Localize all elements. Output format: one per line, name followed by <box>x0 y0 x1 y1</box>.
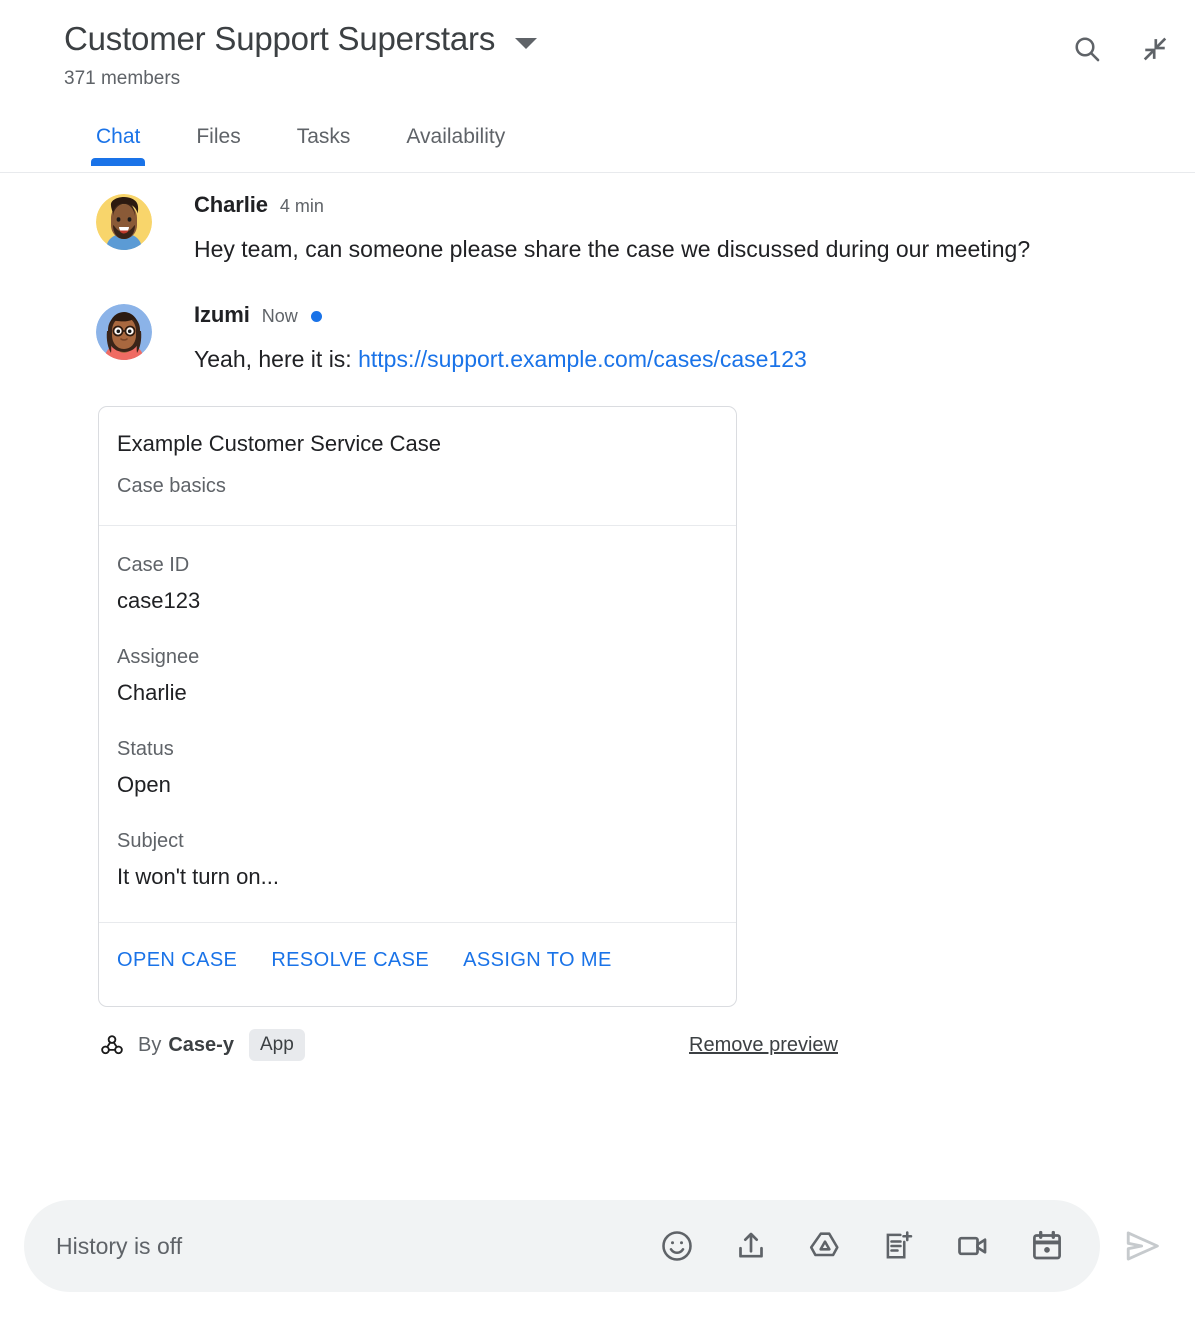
app-badge: App <box>248 1029 305 1061</box>
resolve-case-button[interactable]: RESOLVE CASE <box>271 949 429 972</box>
message-item: Izumi Now Yeah, here it is: https://supp… <box>0 302 1200 380</box>
composer-bar: History is off <box>0 1200 1200 1292</box>
assign-to-me-button[interactable]: ASSIGN TO ME <box>463 949 612 972</box>
new-document-icon[interactable] <box>880 1227 918 1265</box>
field-value: Charlie <box>117 680 187 705</box>
calendar-icon[interactable] <box>1028 1227 1066 1265</box>
field-label: Subject <box>117 830 184 852</box>
tab-files-label: Files <box>196 125 241 148</box>
card-field: Subject It won't turn on... <box>117 828 718 892</box>
case-preview-card: Example Customer Service Case Case basic… <box>98 406 737 1007</box>
message-sender: Charlie <box>194 192 268 217</box>
send-button[interactable] <box>1118 1221 1168 1271</box>
message-body: Izumi Now Yeah, here it is: https://supp… <box>194 302 917 380</box>
message-body: Charlie 4 min Hey team, can someone plea… <box>194 192 1140 270</box>
composer-icon-group <box>658 1227 1066 1265</box>
message-link[interactable]: https://support.example.com/cases/case12… <box>358 346 807 372</box>
field-label: Assignee <box>117 646 200 668</box>
upload-icon[interactable] <box>732 1227 770 1265</box>
attribution-app-name: Case-y <box>168 1033 234 1056</box>
card-actions: OPEN CASE RESOLVE CASE ASSIGN TO ME <box>99 923 736 1006</box>
card-field: Case ID case123 <box>117 552 718 616</box>
open-case-button[interactable]: OPEN CASE <box>117 949 237 972</box>
field-label: Case ID <box>117 554 190 576</box>
header-actions <box>1070 32 1172 66</box>
message-item: Charlie 4 min Hey team, can someone plea… <box>0 192 1200 270</box>
message-input-container[interactable]: History is off <box>24 1200 1100 1292</box>
card-field: Assignee Charlie <box>117 644 718 708</box>
message-sender: Izumi <box>194 302 250 327</box>
message-list: Charlie 4 min Hey team, can someone plea… <box>0 166 1200 1061</box>
member-count: 371 members <box>64 68 181 89</box>
message-timestamp: Now <box>261 306 298 326</box>
message-timestamp: 4 min <box>279 196 324 216</box>
chat-room-window: Customer Support Superstars 371 members … <box>0 0 1200 1336</box>
card-field: Status Open <box>117 736 718 800</box>
attribution-by-label: By <box>138 1033 162 1056</box>
unread-dot-icon <box>310 311 322 322</box>
tab-chat-label: Chat <box>96 125 141 148</box>
google-drive-icon[interactable] <box>806 1227 844 1265</box>
tab-files[interactable]: Files <box>196 124 240 166</box>
message-text-prefix: Yeah, here it is: <box>194 346 359 372</box>
message-header: Izumi Now <box>194 302 807 328</box>
room-title-row[interactable]: Customer Support Superstars <box>0 0 1200 60</box>
field-label: Status <box>117 738 174 760</box>
video-camera-icon[interactable] <box>954 1227 992 1265</box>
message-header: Charlie 4 min <box>194 192 1030 218</box>
card-attribution: By Case-y App Remove preview <box>98 1029 838 1061</box>
room-header: Customer Support Superstars 371 members … <box>0 0 1200 173</box>
field-value: Open <box>117 772 171 797</box>
message-text: Yeah, here it is: https://support.exampl… <box>194 338 807 380</box>
tab-availability-label: Availability <box>406 125 506 148</box>
avatar[interactable] <box>96 304 152 360</box>
chevron-down-icon[interactable] <box>515 38 538 49</box>
tab-tasks[interactable]: Tasks <box>297 124 351 166</box>
tab-availability[interactable]: Availability <box>406 124 505 166</box>
message-input[interactable]: History is off <box>56 1233 658 1260</box>
tab-bar: Chat Files Tasks Availability <box>0 116 1200 166</box>
tab-tasks-label: Tasks <box>296 125 351 148</box>
avatar[interactable] <box>96 194 152 250</box>
webhook-icon <box>98 1031 126 1059</box>
card-header: Example Customer Service Case Case basic… <box>99 407 736 525</box>
remove-preview-link[interactable]: Remove preview <box>689 1034 838 1057</box>
card-subtitle: Case basics <box>117 475 226 497</box>
field-value: case123 <box>117 588 201 613</box>
field-value: It won't turn on... <box>117 864 279 889</box>
emoji-icon[interactable] <box>658 1227 696 1265</box>
search-icon[interactable] <box>1070 32 1104 66</box>
message-text: Hey team, can someone please share the c… <box>194 236 1031 262</box>
card-title: Example Customer Service Case <box>117 431 442 456</box>
collapse-arrows-icon[interactable] <box>1138 32 1172 66</box>
tab-chat[interactable]: Chat <box>96 124 140 166</box>
page-title: Customer Support Superstars <box>64 20 496 57</box>
card-fields: Case ID case123 Assignee Charlie Status … <box>99 526 736 922</box>
